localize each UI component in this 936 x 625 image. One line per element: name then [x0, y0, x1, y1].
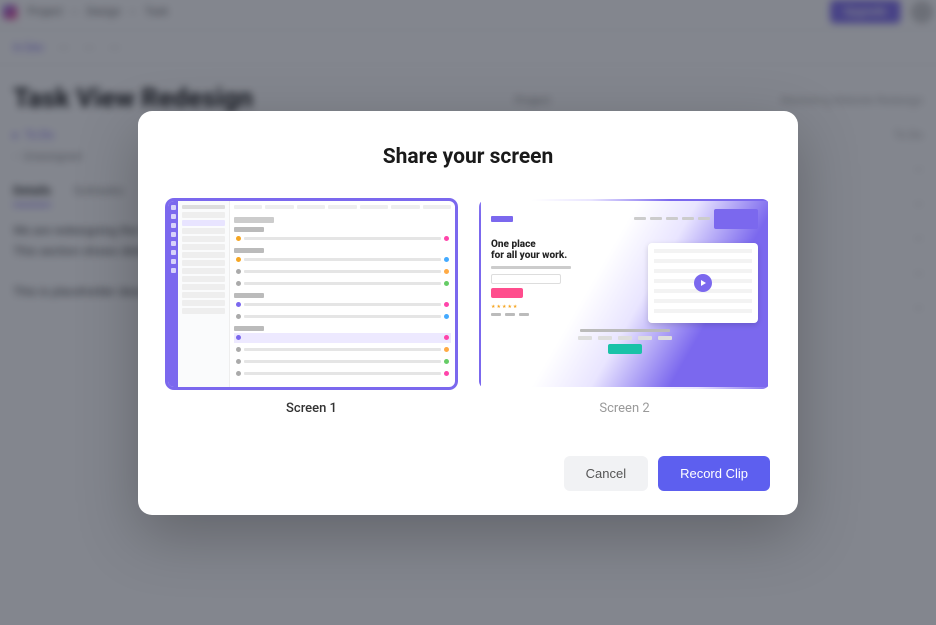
record-clip-button[interactable]: Record Clip	[658, 456, 770, 491]
screen-options: Screen 1 One placefor all your work. ★★★…	[166, 199, 770, 416]
screen-option-1[interactable]: Screen 1	[166, 199, 457, 416]
cancel-button[interactable]: Cancel	[564, 456, 648, 491]
modal-actions: Cancel Record Clip	[166, 456, 770, 491]
screen-1-label: Screen 1	[166, 401, 457, 416]
play-icon	[694, 274, 712, 292]
screen-option-2[interactable]: One placefor all your work. ★★★★★ Screen	[479, 199, 770, 416]
screen-2-thumbnail: One placefor all your work. ★★★★★	[479, 199, 770, 389]
screen-1-thumbnail	[166, 199, 457, 389]
screen-2-label: Screen 2	[479, 401, 770, 416]
modal-title: Share your screen	[166, 145, 770, 169]
share-screen-modal: Share your screen	[138, 111, 798, 515]
